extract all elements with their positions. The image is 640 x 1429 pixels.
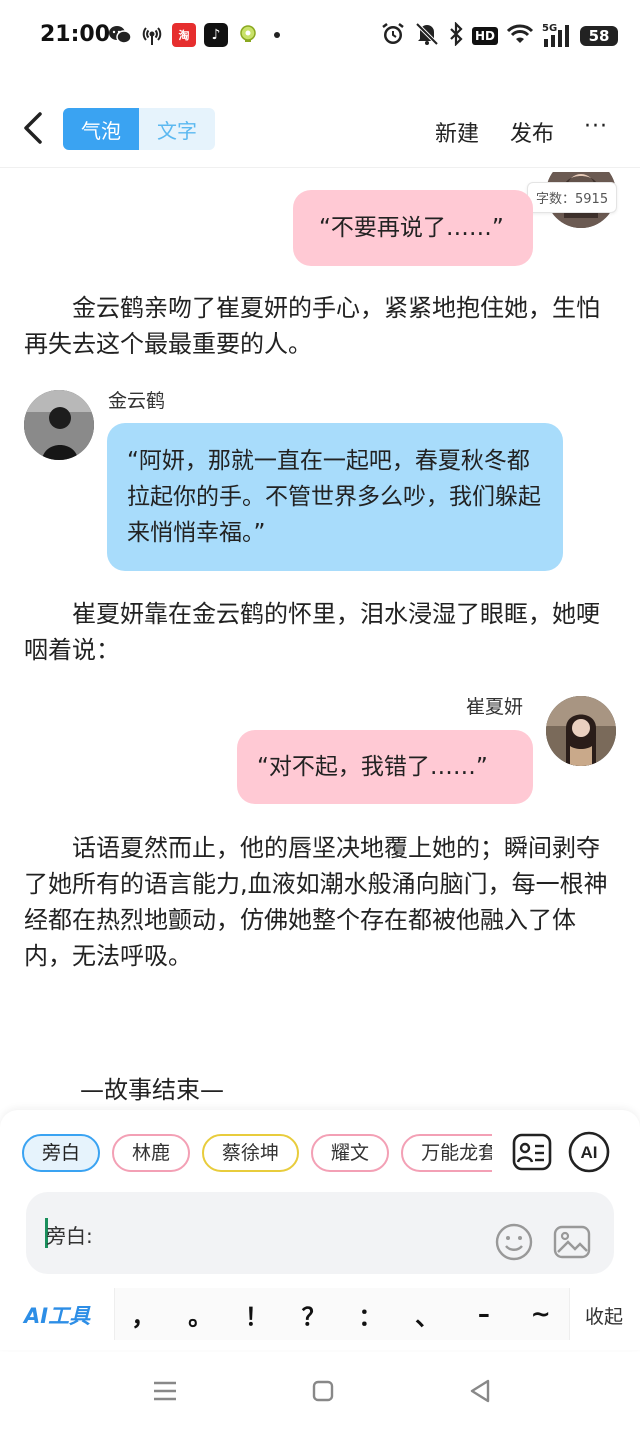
chat-bubble-right[interactable]: “不要再说了……”	[293, 190, 533, 266]
input-speaker-label: 旁白:	[46, 1224, 93, 1248]
quick-punctuation-bar: AI工具 ， 。 ！ ？ ： 、 – ~ 收起	[0, 1286, 640, 1342]
speaker-name: 崔夏妍	[466, 696, 524, 718]
taobao-icon: 淘	[172, 23, 196, 47]
narration-input[interactable]: 旁白:	[26, 1192, 614, 1274]
word-count-badge: 字数：5915	[527, 182, 618, 213]
avatar[interactable]	[24, 390, 94, 460]
punct-key[interactable]: ，	[123, 1297, 163, 1332]
location-app-icon	[236, 23, 260, 47]
mute-icon	[414, 21, 440, 51]
tiktok-icon: ♪	[204, 23, 228, 47]
narration-paragraph[interactable]: 崔夏妍靠在金云鹤的怀里，泪水浸湿了眼眶，她哽咽着说：	[24, 596, 616, 668]
punct-key[interactable]: ？	[294, 1297, 334, 1332]
chat-bubble-right[interactable]: “对不起，我错了……”	[237, 730, 533, 804]
back-button[interactable]	[14, 106, 54, 150]
editor-header: 气泡 文字 新建 发布 ···	[0, 92, 640, 168]
character-chip[interactable]: 旁白	[22, 1134, 101, 1172]
punct-key[interactable]: 、	[407, 1297, 447, 1332]
narration-paragraph[interactable]: 金云鹤亲吻了崔夏妍的手心，紧紧地抱住她，生怕再失去这个最最重要的人。	[24, 290, 616, 362]
home-icon[interactable]	[308, 1376, 338, 1406]
story-end-label: —故事结束—	[80, 1076, 224, 1104]
character-chips: 旁白 林鹿 蔡徐坤 耀文 万能龙套	[22, 1134, 492, 1174]
alarm-icon	[380, 21, 406, 51]
chevron-left-icon	[24, 112, 42, 144]
story-content[interactable]: 字数：5915 “不要再说了……” 金云鹤亲吻了崔夏妍的手心，紧紧地抱住她，生怕…	[0, 172, 640, 1108]
status-time: 21:00	[40, 22, 111, 47]
chat-bubble-left[interactable]: “阿妍，那就一直在一起吧，春夏秋冬都拉起你的手。不管世界多么吵，我们躲起来悄悄幸…	[107, 423, 563, 571]
signal-5g-icon: 5G	[542, 23, 572, 49]
menu-icon[interactable]	[150, 1376, 180, 1406]
new-button[interactable]: 新建	[435, 116, 479, 148]
collapse-button[interactable]: 收起	[585, 1302, 623, 1329]
broadcast-icon	[140, 23, 164, 47]
punct-key[interactable]: ~	[521, 1300, 561, 1328]
avatar[interactable]	[546, 696, 616, 766]
character-chip[interactable]: 万能龙套	[401, 1134, 492, 1172]
mode-switch: 气泡 文字	[63, 108, 215, 150]
punct-key[interactable]: –	[464, 1300, 504, 1328]
character-card-icon[interactable]	[510, 1130, 554, 1174]
narration-paragraph[interactable]: 话语夏然而止，他的唇坚决地覆上她的；瞬间剥夺了她所有的语言能力,血液如潮水般涌向…	[24, 830, 616, 974]
system-nav-bar	[0, 1352, 640, 1429]
ai-tools-button[interactable]: AI工具	[24, 1300, 90, 1330]
ai-icon[interactable]: AI	[567, 1130, 611, 1174]
publish-button[interactable]: 发布	[510, 116, 554, 148]
tab-bubble[interactable]: 气泡	[63, 108, 139, 150]
image-icon[interactable]	[552, 1222, 592, 1262]
punct-key[interactable]: 。	[180, 1297, 220, 1332]
wechat-icon	[108, 23, 132, 47]
emoji-icon[interactable]	[494, 1222, 534, 1262]
speaker-name: 金云鹤	[108, 390, 166, 412]
character-chip[interactable]: 林鹿	[112, 1134, 191, 1172]
battery-icon: 58	[580, 26, 618, 46]
status-bar: 21:00 淘 ♪ HD 5G 58	[0, 0, 640, 72]
system-icons: HD 5G 58	[380, 21, 618, 51]
character-chip[interactable]: 蔡徐坤	[202, 1134, 300, 1172]
composer-panel: 旁白 林鹿 蔡徐坤 耀文 万能龙套 AI 旁白: AI工具 ， 。 ！ ？ ： 、 – …	[0, 1110, 640, 1350]
character-chip[interactable]: 耀文	[311, 1134, 390, 1172]
hd-icon: HD	[471, 27, 498, 45]
more-menu-button[interactable]: ···	[584, 114, 608, 139]
back-nav-icon[interactable]	[466, 1376, 496, 1406]
more-notifications-dot	[274, 32, 280, 38]
notification-icons: 淘 ♪	[108, 22, 280, 48]
punctuation-keys: ， 。 ！ ？ ： 、 – ~	[114, 1288, 570, 1340]
wifi-icon	[506, 23, 534, 49]
svg-text:AI: AI	[581, 1143, 598, 1162]
punct-key[interactable]: ！	[237, 1297, 277, 1332]
speaker-name-partial	[468, 172, 528, 176]
punct-key[interactable]: ：	[350, 1297, 390, 1332]
tab-text[interactable]: 文字	[139, 108, 215, 150]
bluetooth-icon	[448, 21, 464, 50]
